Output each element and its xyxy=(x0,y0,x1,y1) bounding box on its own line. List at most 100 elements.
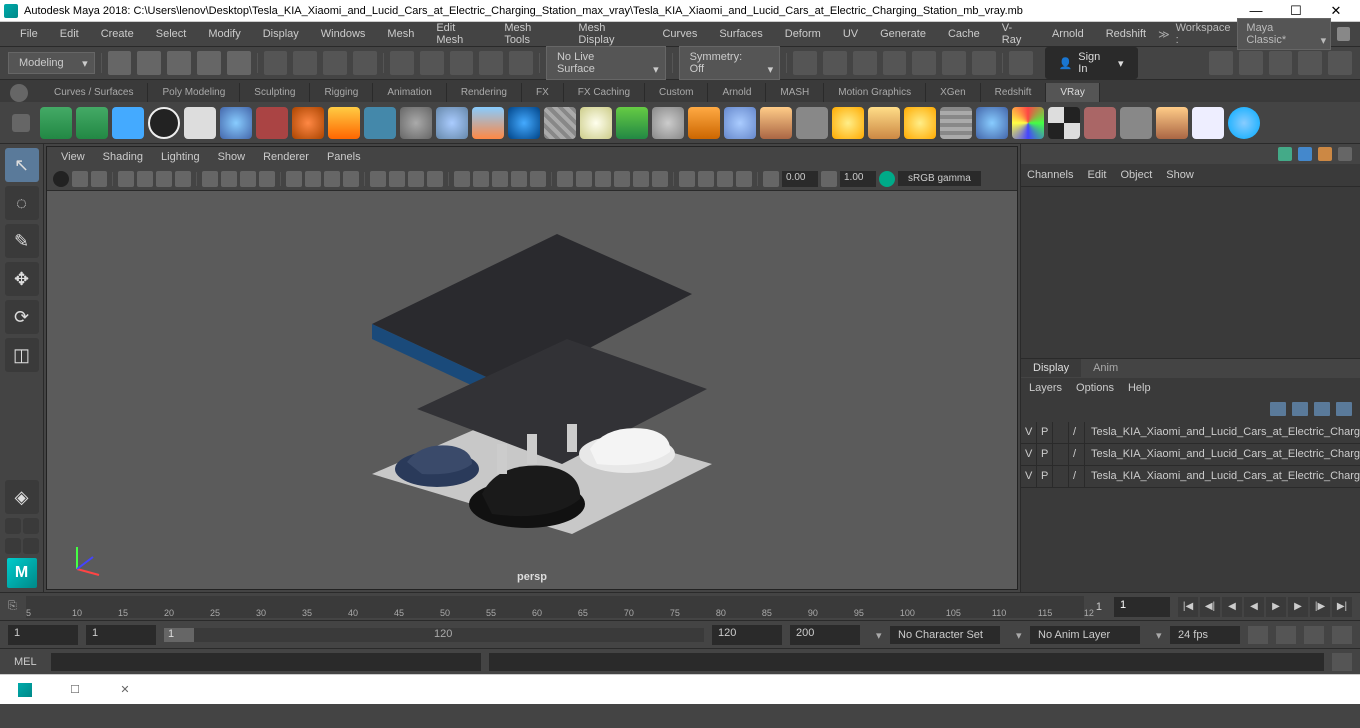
shelf-icon[interactable] xyxy=(436,107,468,139)
shelf-tab-xgen[interactable]: XGen xyxy=(926,83,981,102)
shelf-icon[interactable] xyxy=(904,107,936,139)
open-scene-icon[interactable] xyxy=(137,51,161,75)
vp-icon[interactable] xyxy=(557,171,573,187)
step-forward-key-button[interactable]: |▶ xyxy=(1310,597,1330,617)
menu-windows[interactable]: Windows xyxy=(311,24,376,44)
new-scene-icon[interactable] xyxy=(108,51,132,75)
workspace-dropdown[interactable]: Maya Classic* ▾ xyxy=(1237,18,1331,50)
toggle-attr-icon[interactable] xyxy=(1239,51,1263,75)
vp-icon[interactable] xyxy=(137,171,153,187)
anim-start-field[interactable]: 1 xyxy=(8,625,78,645)
layer-row[interactable]: V P / Tesla_KIA_Xiaomi_and_Lucid_Cars_at… xyxy=(1021,444,1360,466)
shelf-tab-arnold[interactable]: Arnold xyxy=(708,83,766,102)
panel-icon[interactable] xyxy=(1298,147,1312,161)
shelf-icon[interactable] xyxy=(1048,107,1080,139)
vp-icon[interactable] xyxy=(370,171,386,187)
menu-cache[interactable]: Cache xyxy=(938,24,990,44)
play-back-button[interactable]: ◀ xyxy=(1244,597,1264,617)
shelf-tab-poly[interactable]: Poly Modeling xyxy=(148,83,240,102)
menu-arnold[interactable]: Arnold xyxy=(1042,24,1094,44)
vp-icon[interactable] xyxy=(305,171,321,187)
vp-camera-icon[interactable] xyxy=(118,171,134,187)
layer-color[interactable] xyxy=(1053,422,1069,443)
shelf-icon[interactable] xyxy=(328,107,360,139)
shelf-tab-motion[interactable]: Motion Graphics xyxy=(824,83,926,102)
timeline-expand-icon[interactable]: ⎘ xyxy=(8,600,18,613)
tab-show[interactable]: Show xyxy=(1166,169,1194,181)
mode-selector[interactable]: Modeling xyxy=(8,52,95,74)
sync-icon[interactable] xyxy=(1332,626,1352,644)
time-ruler[interactable]: 5101520253035404550556065707580859095100… xyxy=(26,596,1084,618)
layer-icon[interactable] xyxy=(1336,402,1352,416)
tab-object[interactable]: Object xyxy=(1120,169,1152,181)
taskbar-maya-icon[interactable] xyxy=(0,675,50,705)
select-mode-icon[interactable] xyxy=(264,51,288,75)
step-back-key-button[interactable]: ◀| xyxy=(1200,597,1220,617)
menu-generate[interactable]: Generate xyxy=(870,24,936,44)
layer-type-toggle[interactable]: P xyxy=(1037,466,1053,487)
layer-cell[interactable]: / xyxy=(1069,422,1085,443)
vp-isolate-icon[interactable] xyxy=(736,171,752,187)
shelf-icon[interactable] xyxy=(724,107,756,139)
go-end-button[interactable]: ▶| xyxy=(1332,597,1352,617)
panel-icon[interactable] xyxy=(1318,147,1332,161)
shelf-icon[interactable] xyxy=(292,107,324,139)
cmd-language-label[interactable]: MEL xyxy=(8,656,43,668)
shelf-tab-rendering[interactable]: Rendering xyxy=(447,83,522,102)
vp-exposure-field[interactable]: 0.00 xyxy=(782,171,818,187)
symmetry-combo[interactable]: Symmetry: Off xyxy=(679,46,781,80)
vp-icon[interactable] xyxy=(576,171,592,187)
layer-menu-help[interactable]: Help xyxy=(1128,382,1151,394)
shelf-icon[interactable] xyxy=(1120,107,1152,139)
shelf-icon[interactable] xyxy=(400,107,432,139)
shelf-tab-sculpt[interactable]: Sculpting xyxy=(240,83,310,102)
layer-icon[interactable] xyxy=(1270,402,1286,416)
snap-point-icon[interactable] xyxy=(450,51,474,75)
tab-edit[interactable]: Edit xyxy=(1087,169,1106,181)
vp-gamma-down-icon[interactable] xyxy=(821,171,837,187)
snap-curve-icon[interactable] xyxy=(420,51,444,75)
menu-uv[interactable]: UV xyxy=(833,24,868,44)
last-tool[interactable]: ◈ xyxy=(5,480,39,514)
shelf-icon[interactable] xyxy=(112,107,144,139)
shelf-icon[interactable] xyxy=(544,107,576,139)
vp-icon[interactable] xyxy=(633,171,649,187)
shelf-tab-vray[interactable]: VRay xyxy=(1046,83,1099,102)
vp-menu-show[interactable]: Show xyxy=(210,149,254,165)
layer-icon[interactable] xyxy=(1292,402,1308,416)
layer-vis-toggle[interactable]: V xyxy=(1021,444,1037,465)
vp-icon[interactable] xyxy=(91,171,107,187)
layer-vis-toggle[interactable]: V xyxy=(1021,422,1037,443)
select-face-icon[interactable] xyxy=(353,51,377,75)
viewport-3d[interactable]: persp xyxy=(47,191,1017,589)
layout-three-icon[interactable] xyxy=(23,538,39,554)
select-tool[interactable]: ↖ xyxy=(5,148,39,182)
anim-prefs-icon[interactable] xyxy=(1304,626,1324,644)
vp-icon[interactable] xyxy=(652,171,668,187)
light-editor-icon[interactable] xyxy=(912,51,936,75)
shelf-icon[interactable] xyxy=(40,107,72,139)
shelf-icon[interactable] xyxy=(796,107,828,139)
shelf-icon[interactable] xyxy=(580,107,612,139)
layer-color[interactable] xyxy=(1053,444,1069,465)
snap-live-icon[interactable] xyxy=(509,51,533,75)
shelf-tab-fx[interactable]: FX xyxy=(522,83,564,102)
toggle-channel-icon[interactable] xyxy=(1298,51,1322,75)
render-view-icon[interactable] xyxy=(972,51,996,75)
shelf-icon[interactable] xyxy=(148,107,180,139)
panel-icon[interactable] xyxy=(1338,147,1352,161)
toggle-layer-icon[interactable] xyxy=(1328,51,1352,75)
menu-deform[interactable]: Deform xyxy=(775,24,831,44)
rotate-tool[interactable]: ⟳ xyxy=(5,300,39,334)
shelf-options-icon[interactable] xyxy=(12,114,30,132)
vp-light-icon[interactable] xyxy=(511,171,527,187)
shelf-icon[interactable] xyxy=(616,107,648,139)
shelf-icon[interactable] xyxy=(256,107,288,139)
shelf-tab-custom[interactable]: Custom xyxy=(645,83,708,102)
select-vertex-icon[interactable] xyxy=(293,51,317,75)
toggle-modeling-icon[interactable] xyxy=(1209,51,1233,75)
shelf-icon[interactable] xyxy=(1156,107,1188,139)
toggle-tool-icon[interactable] xyxy=(1269,51,1293,75)
shelf-menu-icon[interactable] xyxy=(10,84,28,102)
vp-viewtransform-icon[interactable] xyxy=(879,171,895,187)
